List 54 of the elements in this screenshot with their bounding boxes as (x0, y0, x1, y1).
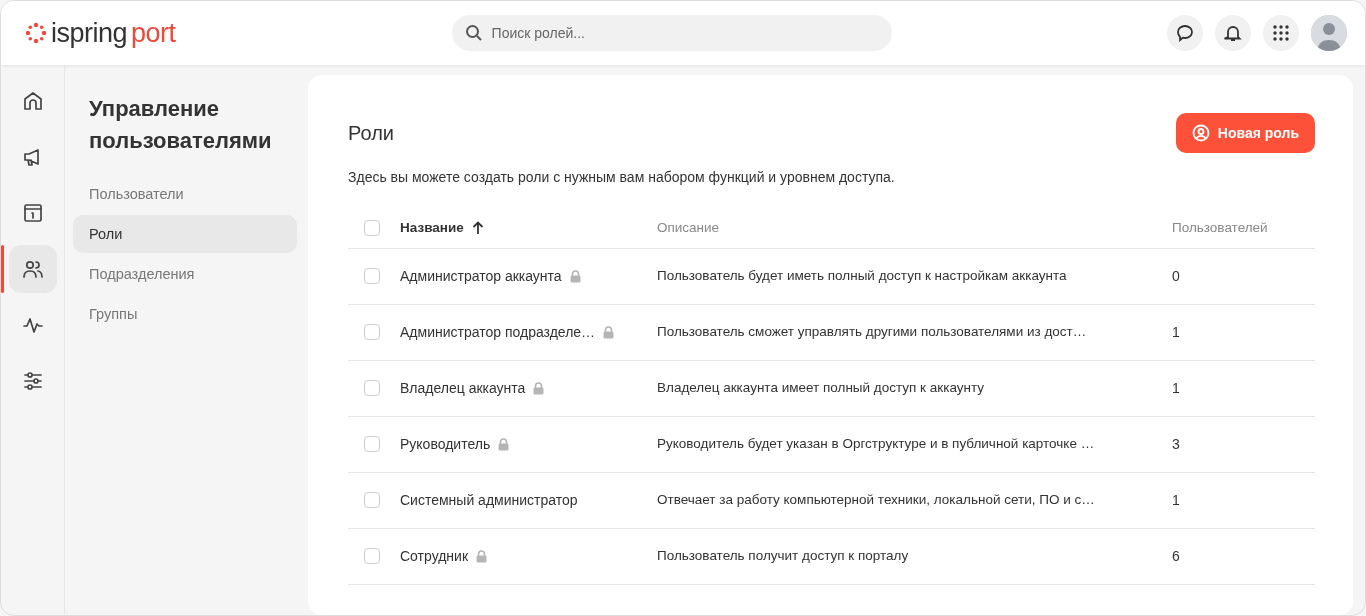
column-header[interactable]: Описание (657, 217, 720, 238)
search-field[interactable]: Поиск ролей... (451, 15, 892, 51)
notifications-button[interactable] (1215, 15, 1251, 51)
role-description: Владелец аккаунта имеет полный доступ к аккаунту (657, 379, 985, 398)
info-calendar-icon (21, 202, 44, 224)
role-description: Пользователь будет иметь полный доступ к настройкам аккаунта (657, 267, 1067, 286)
chat-button[interactable] (1167, 15, 1203, 51)
role-description: Пользователь сможет управлять другими пользователями из дост… (657, 323, 1087, 342)
column-header[interactable]: Пользователей (1172, 217, 1268, 238)
role-name: Системный администратор (400, 490, 578, 510)
logo-text: port (131, 16, 176, 50)
user-count: 1 (1172, 378, 1180, 398)
checkbox[interactable] (364, 436, 380, 452)
user-count: 6 (1172, 546, 1180, 566)
role-description: Руководитель будет указан в Оргструктуре и в публичной карточке … (657, 435, 1095, 454)
role-name: Администратор подразделе… (400, 322, 596, 342)
section-title: Управление пользователями (88, 95, 273, 155)
checkbox[interactable] (364, 548, 380, 564)
user-count: 1 (1172, 322, 1180, 342)
role-name: Сотрудник (400, 546, 468, 566)
column-header[interactable]: Название (400, 217, 464, 238)
sidebar-item[interactable]: Роли (73, 215, 297, 253)
grid-icon (1273, 25, 1289, 41)
checkbox[interactable] (364, 268, 380, 284)
search-icon (464, 24, 483, 42)
role-name: Руководитель (400, 434, 491, 454)
checkbox[interactable] (364, 219, 380, 236)
new-role-button[interactable]: Новая роль (1175, 113, 1315, 153)
home-icon (21, 90, 44, 112)
user-count: 3 (1172, 434, 1180, 454)
role-description: Пользователь получит доступ к порталу (657, 547, 909, 566)
sort-arrow-icon[interactable] (471, 220, 484, 235)
role-description: Отвечает за работу компьютерной техники, локальной сети, ПО и с… (657, 491, 1095, 510)
checkbox[interactable] (364, 380, 380, 396)
page-title: Роли (348, 121, 394, 145)
user-count: 0 (1172, 266, 1180, 286)
role-name: Владелец аккаунта (400, 378, 526, 398)
sidebar-item[interactable]: Подразделения (73, 255, 297, 293)
role-name: Администратор аккаунта (400, 266, 562, 286)
sidebar-item[interactable]: Пользователи (73, 175, 297, 213)
logo-text: ispring (51, 16, 128, 50)
user-circle-icon (1191, 124, 1210, 142)
logo-icon (25, 22, 47, 44)
page-description: Здесь вы можете создать роли с нужным вам набором функций и уровнем доступа. (348, 168, 896, 187)
sidebar-item[interactable]: Группы (73, 295, 297, 333)
users-icon (21, 258, 44, 280)
checkbox[interactable] (364, 324, 380, 340)
avatar[interactable] (1311, 15, 1347, 51)
user-count: 1 (1172, 490, 1180, 510)
bell-icon (1224, 24, 1242, 42)
apps-button[interactable] (1263, 15, 1299, 51)
sliders-icon (21, 370, 44, 392)
chat-icon (1176, 24, 1194, 42)
checkbox[interactable] (364, 492, 380, 508)
